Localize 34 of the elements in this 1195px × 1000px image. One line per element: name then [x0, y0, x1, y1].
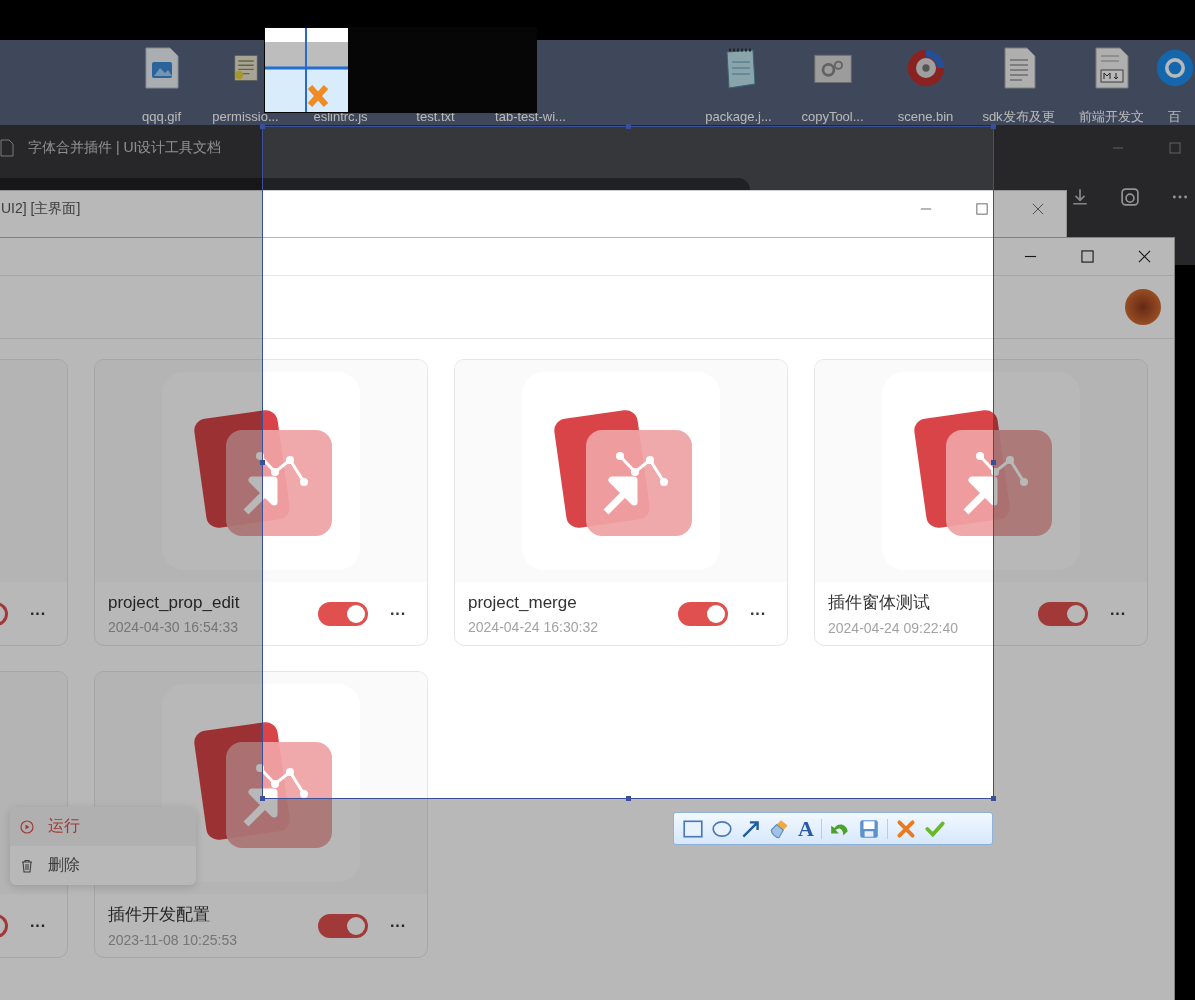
- desktop-icon-label[interactable]: scene.bin: [897, 110, 954, 124]
- desktop-icon-label[interactable]: sdk发布及更: [982, 110, 1055, 124]
- plugin-name: 插件窗体测试: [828, 592, 931, 614]
- plugin-date: 2024-04-30 16:54:33: [108, 618, 239, 635]
- plugin-date: 2024-04-24 16:30:32: [468, 618, 599, 635]
- desktop-icon-label[interactable]: test.txt: [416, 110, 455, 124]
- desktop-icon-label[interactable]: copyTool...: [801, 110, 864, 124]
- desktop-icon-label[interactable]: 百: [1168, 110, 1181, 124]
- plugin-date: 2024-04-24 09:22:40: [828, 620, 959, 636]
- window-title: UI2] [主界面]: [1, 200, 81, 218]
- more-button[interactable]: ···: [1101, 604, 1135, 623]
- plugin-date: 2023-11-08 10:25:53: [108, 932, 238, 948]
- more-button[interactable]: ···: [741, 604, 775, 623]
- plugin-card[interactable]: project_prop_edit 2024-04-30 16:54:33 ···: [94, 359, 428, 646]
- plugin-card[interactable]: project_merge 2024-04-24 16:30:32 ···: [454, 359, 788, 646]
- desktop-icon-label[interactable]: package.j...: [705, 110, 772, 124]
- more-button[interactable]: ···: [21, 916, 55, 935]
- menu-item[interactable]: 运行: [10, 807, 196, 846]
- desktop-icon-label[interactable]: eslintrc.js: [313, 110, 368, 124]
- desktop-icon-label[interactable]: 前端开发文: [1079, 110, 1144, 124]
- more-button[interactable]: ···: [21, 604, 55, 623]
- plugin-card[interactable]: 插件窗体测试 2024-04-24 09:22:40 ···: [814, 359, 1148, 646]
- plugin-card[interactable]: 插件开发配置 2023-11-08 10:25:53 ···: [94, 671, 428, 958]
- desktop-icon-label[interactable]: tab-test-wi...: [495, 110, 566, 124]
- plugin-card[interactable]: ···: [0, 359, 68, 646]
- text-tool-button[interactable]: A: [798, 817, 814, 840]
- browser-tab-title[interactable]: 字体合并插件 | UI设计工具文档: [28, 138, 222, 157]
- plugin-name: project_merge: [468, 592, 578, 613]
- more-button[interactable]: ···: [381, 916, 415, 935]
- plugin-name: project_prop_edit: [108, 592, 241, 613]
- more-button[interactable]: ···: [381, 604, 415, 623]
- desktop-icon-label[interactable]: permissio...: [212, 110, 279, 124]
- desktop-icon-label[interactable]: qqq.gif: [141, 110, 181, 124]
- plugin-name: 插件开发配置: [108, 904, 211, 926]
